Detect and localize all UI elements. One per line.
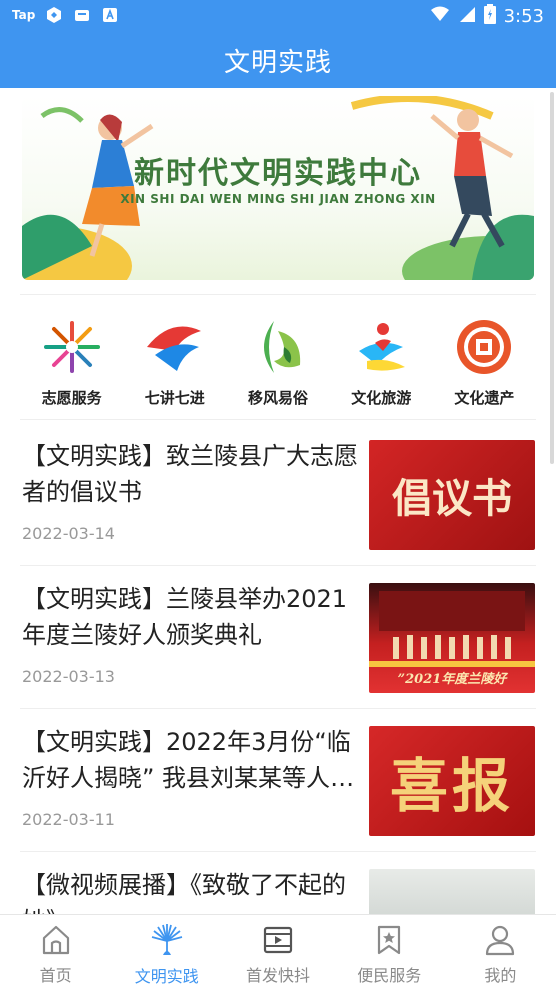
nav-convenience-service[interactable]: 便民服务 xyxy=(334,915,445,986)
nav-label: 我的 xyxy=(484,966,517,985)
nav-home[interactable]: 首页 xyxy=(0,915,111,986)
nav-first-release[interactable]: 首发快抖 xyxy=(222,915,333,986)
heritage-icon xyxy=(450,317,518,377)
peacock-icon xyxy=(150,923,184,957)
news-thumbnail: 倡议书 xyxy=(369,440,535,550)
customs-icon xyxy=(244,317,312,377)
culture-tourism-icon xyxy=(347,317,415,377)
user-icon xyxy=(483,923,517,956)
category-volunteer[interactable]: 志愿服务 xyxy=(20,295,123,419)
category-row: 志愿服务 七讲七进 移风易俗 文化旅游 文化遗产 xyxy=(20,294,536,420)
status-bar: Tap 3:53 xyxy=(0,0,556,32)
category-label: 移风易俗 xyxy=(248,389,309,407)
page-title: 文明实践 xyxy=(223,47,332,78)
news-thumbnail: ”2021年度兰陵好 xyxy=(369,583,535,693)
video-icon xyxy=(261,923,295,956)
battery-icon xyxy=(483,4,496,29)
news-date: 2022-03-14 xyxy=(22,524,115,543)
nav-label: 文明实践 xyxy=(134,967,199,986)
banner-subtitle: XIN SHI DAI WEN MING SHI JIAN ZHONG XIN xyxy=(120,192,436,206)
message-icon xyxy=(73,6,91,24)
news-title: 【文明实践】兰陵县举办2021 年度兰陵好人颁奖典礼 xyxy=(22,585,348,649)
news-title: 【文明实践】致兰陵县广大志愿者的倡议书 xyxy=(22,442,358,506)
nav-civilization-practice[interactable]: 文明实践 xyxy=(111,915,222,986)
category-culture-tourism[interactable]: 文化旅游 xyxy=(330,295,433,419)
banner-title: 新时代文明实践中心 xyxy=(134,156,422,191)
category-label: 文化旅游 xyxy=(351,389,412,407)
thumbnail-text: 倡议书 xyxy=(392,475,512,522)
scrollbar[interactable] xyxy=(550,92,554,464)
nav-label: 便民服务 xyxy=(357,966,422,985)
nav-label: 首发快抖 xyxy=(246,966,311,985)
news-date: 2022-03-13 xyxy=(22,667,115,686)
volunteer-icon xyxy=(38,317,106,377)
thumbnail-text: ”2021年度兰陵好 xyxy=(397,672,507,687)
news-item[interactable]: 【文明实践】致兰陵县广大志愿者的倡议书 2022-03-14 倡议书 xyxy=(20,424,536,566)
news-item[interactable]: 【文明实践】2022年3月份“临沂好人揭晓” 我县刘某某等人上榜 2022-03… xyxy=(20,710,536,852)
category-label: 文化遗产 xyxy=(454,389,515,407)
thumbnail-text: 喜报 xyxy=(389,752,514,820)
tap-app-label: Tap xyxy=(12,8,36,22)
category-customs[interactable]: 移风易俗 xyxy=(226,295,329,419)
news-thumbnail: 喜报 xyxy=(369,726,535,836)
news-title: 【文明实践】2022年3月份“临沂好人揭晓” 我县刘某某等人上榜 xyxy=(22,728,355,792)
status-left: Tap xyxy=(12,6,119,24)
font-icon xyxy=(101,6,119,24)
bookmark-star-icon xyxy=(372,923,406,956)
hero-banner[interactable]: 新时代文明实践中心 XIN SHI DAI WEN MING SHI JIAN … xyxy=(22,96,534,280)
bottom-navigation: 首页 文明实践 首发快抖 便民服务 我的 xyxy=(0,914,556,986)
status-right: 3:53 xyxy=(430,4,544,29)
category-heritage[interactable]: 文化遗产 xyxy=(433,295,536,419)
home-icon xyxy=(39,923,73,956)
category-label: 七讲七进 xyxy=(144,389,205,407)
category-label: 志愿服务 xyxy=(41,389,102,407)
nav-label: 首页 xyxy=(39,966,72,985)
nav-mine[interactable]: 我的 xyxy=(445,915,556,986)
news-date: 2022-03-11 xyxy=(22,810,115,829)
signal-icon xyxy=(458,5,476,28)
clock-time: 3:53 xyxy=(503,6,544,27)
wifi-icon xyxy=(430,5,450,28)
news-item[interactable]: 【文明实践】兰陵县举办2021 年度兰陵好人颁奖典礼 2022-03-13 ”2… xyxy=(20,567,536,709)
seven-lectures-icon xyxy=(141,317,209,377)
app-bar: 文明实践 xyxy=(0,32,556,88)
sync-icon xyxy=(45,6,63,24)
category-seven-lectures[interactable]: 七讲七进 xyxy=(123,295,226,419)
